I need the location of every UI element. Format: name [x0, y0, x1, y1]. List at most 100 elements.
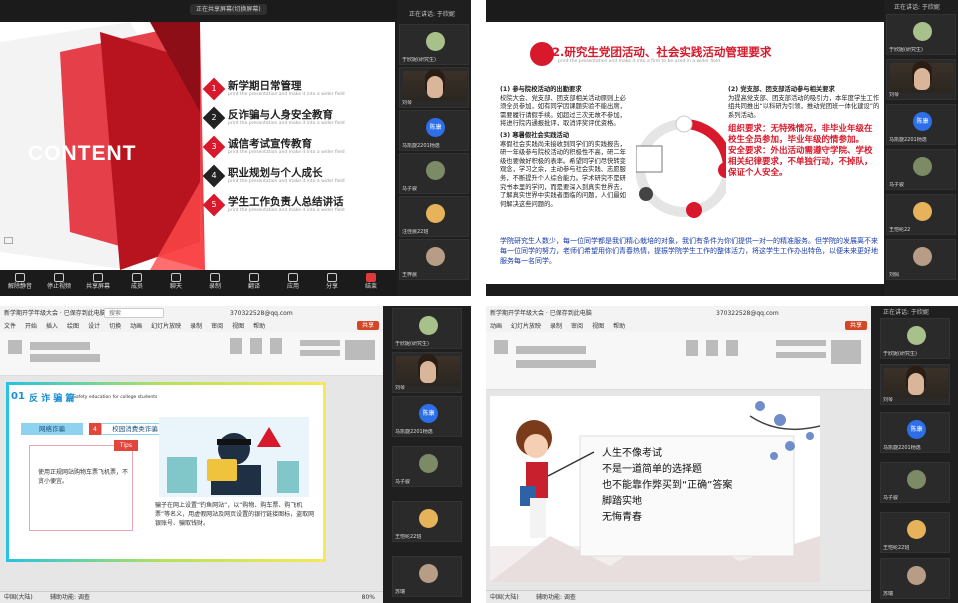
- ribbon-tab[interactable]: 录制: [190, 323, 202, 330]
- share-button[interactable]: 共享: [356, 321, 379, 330]
- avatar: 陈康: [419, 404, 438, 423]
- slide-header: 2.研究生党团活动、社会实践活动管理要求 print the presentat…: [486, 42, 884, 66]
- avatar: [913, 247, 932, 266]
- participant-tile[interactable]: 王梓晨: [399, 239, 469, 280]
- avatar: 陈康: [913, 112, 932, 131]
- slide-title: 2.研究生党团活动、社会实践活动管理要求: [552, 45, 772, 59]
- fraud-description: 骗子在网上设置“钓鱼网站”，以“购物、购车票、购飞机票”等名义，用虚假网站及网页…: [155, 502, 315, 527]
- avatar: [419, 564, 438, 583]
- ribbon-tab[interactable]: 录制: [550, 323, 562, 330]
- accessibility-status[interactable]: 辅助功能: 调查: [536, 594, 576, 601]
- participant-tile[interactable]: 陈康 马凯旋2201杨逸: [392, 396, 462, 437]
- participant-tile[interactable]: 陈康 马凯旋2201杨逸: [399, 110, 469, 151]
- ribbon-tab[interactable]: 帮助: [253, 323, 265, 330]
- participant-tile[interactable]: 汪佳晨22班: [399, 196, 469, 237]
- ribbon-tab[interactable]: 绘图: [67, 323, 79, 330]
- toolbar-icon: [327, 273, 337, 282]
- agenda-item: 5 学生工作负责人总结讲话 print the presentation and m…: [202, 193, 391, 223]
- tab-network-fraud[interactable]: 网络诈骗: [21, 423, 83, 435]
- ribbon-tab[interactable]: 文件: [4, 323, 16, 330]
- editor-area: 01 反 诈 骗 篇 Safety education for college …: [0, 376, 383, 591]
- participant-tile[interactable]: 王恺纶22班: [880, 512, 950, 553]
- zoom-level[interactable]: 80%: [362, 594, 375, 601]
- toolbar-button[interactable]: 解除静音: [2, 272, 38, 290]
- toolbar-button[interactable]: 成员: [119, 272, 155, 290]
- participant-gallery: 正在讲话: 于欣妮 于欣妮(研究生) 刘琴 陈康 马凯旋2201杨逸 马子骏 王恺…: [871, 306, 958, 603]
- ribbon-tab[interactable]: 审阅: [571, 323, 583, 330]
- avatar: [426, 32, 445, 51]
- share-button[interactable]: 共享: [844, 321, 867, 330]
- agenda-subtitle: print the presentation and make it into …: [228, 208, 345, 213]
- ribbon-tab[interactable]: 幻灯片放映: [151, 323, 181, 330]
- toolbar-button[interactable]: 分享: [314, 272, 350, 290]
- participant-tile[interactable]: 马子骏: [886, 149, 956, 190]
- toolbar-label: 结束: [364, 283, 377, 290]
- ribbon: [486, 332, 871, 390]
- toolbar-label: 解除静音: [7, 283, 32, 290]
- poem-line: 无悔青春: [602, 512, 642, 523]
- agenda-title: 职业规划与个人成长: [228, 167, 323, 179]
- participant-tile[interactable]: 刘琴: [880, 364, 950, 405]
- accessibility-status[interactable]: 辅助功能: 调查: [50, 594, 90, 601]
- participant-tile[interactable]: 陈康 马凯旋2201杨逸: [880, 412, 950, 453]
- ribbon-tab[interactable]: 切换: [109, 323, 121, 330]
- agenda-number: 4: [202, 164, 226, 188]
- participant-tile[interactable]: 刘琴: [399, 67, 469, 108]
- agenda-number: 2: [202, 106, 226, 130]
- agenda-item: 2 反诈骗与人身安全教育 print the presentation and ma…: [202, 106, 391, 136]
- meeting-window-2: 2.研究生党团活动、社会实践活动管理要求 print the presentat…: [486, 0, 958, 296]
- participant-tile[interactable]: 刘琴: [392, 352, 462, 393]
- ribbon-tab[interactable]: 帮助: [613, 323, 625, 330]
- agenda-subtitle: print the presentation and make it into …: [228, 179, 345, 184]
- menu-icon[interactable]: [4, 237, 13, 244]
- avatar: [907, 470, 926, 489]
- speaking-indicator: 正在讲话: 于欣妮: [883, 309, 929, 316]
- title-badge: [530, 42, 554, 66]
- ribbon-tab[interactable]: 审阅: [211, 323, 223, 330]
- right-column: (2) 党支部、团支部活动参与相关要求 为提高党支部、团支部活动的吸引力，本年度…: [728, 86, 880, 179]
- participant-tile[interactable]: 王恺纶22: [886, 194, 956, 235]
- share-banner[interactable]: 正在共享屏幕(切换屏幕): [190, 4, 267, 15]
- ribbon-tab[interactable]: 视图: [592, 323, 604, 330]
- poem-line: 脚踏实地: [602, 496, 642, 507]
- left-paragraph-2: 寒假社会实践尚未接收到同学们的实践报告，研一年级参与院校活动的积极性不高，研二年…: [500, 140, 626, 208]
- participant-tile[interactable]: 苏瑞: [880, 558, 950, 599]
- participant-tile[interactable]: 刘琴: [886, 59, 956, 100]
- participant-tile[interactable]: 马子骏: [392, 446, 462, 487]
- toolbar-button[interactable]: 应用: [275, 272, 311, 290]
- agenda-subtitle: print the presentation and make it into …: [228, 150, 345, 155]
- ribbon-tab[interactable]: 开始: [25, 323, 37, 330]
- avatar: [426, 247, 445, 266]
- ribbon-tab[interactable]: 动画: [490, 323, 502, 330]
- agenda-number: 5: [202, 193, 226, 217]
- ribbon-tab[interactable]: 插入: [46, 323, 58, 330]
- participant-tile[interactable]: 苏瑞: [392, 556, 462, 597]
- toolbar-button[interactable]: 停止视频: [41, 272, 77, 290]
- poem-line: 也不能靠作弊买到“正确”答案: [602, 480, 733, 491]
- toolbar-button[interactable]: 聊天: [158, 272, 194, 290]
- toolbar-icon: [15, 273, 25, 282]
- ribbon-tab[interactable]: 视图: [232, 323, 244, 330]
- slide: 01 反 诈 骗 篇 Safety education for college …: [6, 382, 326, 562]
- participant-tile[interactable]: 于欣妮(研究生): [886, 14, 956, 55]
- right-paragraph-1: 为提高党支部、团支部活动的吸引力，本年度学生工作组共同推出“以科研为引领，推动党…: [728, 94, 880, 119]
- participant-tile[interactable]: 于欣妮(研究生): [880, 318, 950, 359]
- participant-tile[interactable]: 刘佩: [886, 239, 956, 280]
- ribbon-tab[interactable]: 动画: [130, 323, 142, 330]
- toolbar-button[interactable]: 翻译: [236, 272, 272, 290]
- toolbar-button[interactable]: 结束: [353, 272, 389, 290]
- search-input[interactable]: 搜索: [104, 308, 164, 318]
- toolbar-button[interactable]: 共享屏幕: [80, 272, 116, 290]
- ribbon-tab[interactable]: 设计: [88, 323, 100, 330]
- participant-tile[interactable]: 于欣妮(研究生): [392, 308, 462, 349]
- participant-tile[interactable]: 陈康 马凯旋2201杨逸: [886, 104, 956, 145]
- ribbon-tab[interactable]: 幻灯片放映: [511, 323, 541, 330]
- toolbar-button[interactable]: 录制: [197, 272, 233, 290]
- toolbar-icon: [54, 273, 64, 282]
- participant-tile[interactable]: 于欣妮(研究生): [399, 24, 469, 65]
- participant-tile[interactable]: 马子骏: [399, 153, 469, 194]
- participant-tile[interactable]: 王恺纶22班: [392, 501, 462, 542]
- participant-tile[interactable]: 马子骏: [880, 462, 950, 503]
- window-title: 新学期开学年级大会 · 已保存到此电脑: [4, 310, 106, 317]
- slide-heading: 反 诈 骗 篇: [29, 394, 75, 404]
